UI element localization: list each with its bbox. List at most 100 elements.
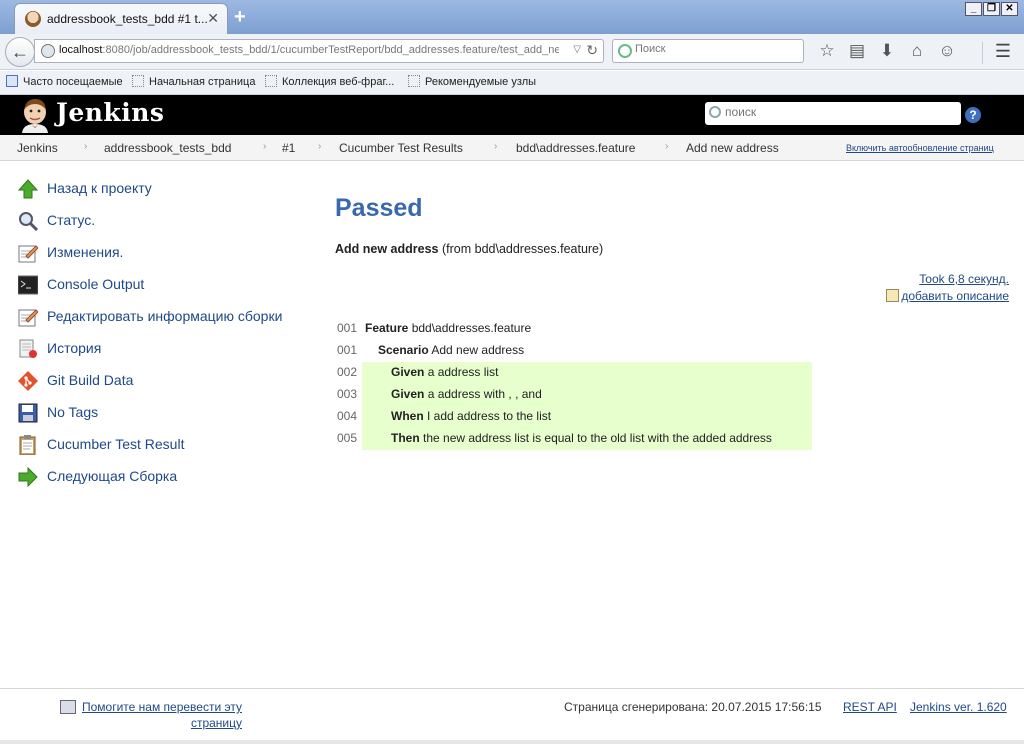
line-number: 002	[337, 365, 358, 379]
jenkins-version-link[interactable]: Jenkins ver. 1.620	[910, 700, 1007, 714]
smiley-icon[interactable]: ☺	[932, 41, 962, 63]
sidebar-item-label[interactable]: Console Output	[47, 276, 144, 292]
breadcrumb-separator: ›	[665, 141, 669, 152]
bookmark-star-icon[interactable]: ☆	[812, 41, 842, 63]
step-row: 003 Given a address with , , and	[335, 384, 815, 406]
new-tab-icon[interactable]: +	[234, 6, 246, 29]
step-row: 001 Scenario Add new address	[335, 340, 815, 362]
maximize-icon[interactable]: ❐	[983, 2, 1000, 16]
breadcrumb-job[interactable]: addressbook_tests_bdd	[104, 141, 231, 155]
url-text[interactable]: localhost:8080/job/addressbook_tests_bdd…	[59, 44, 559, 56]
bookmark-page-icon	[132, 75, 144, 87]
breadcrumb-separator: ›	[84, 141, 88, 152]
sidebar-item-label[interactable]: Cucumber Test Result	[47, 436, 184, 452]
step-row: 005 Then the new address list is equal to…	[335, 428, 815, 450]
breadcrumb-separator: ›	[263, 141, 267, 152]
step-keyword: Feature	[365, 321, 409, 335]
step-text: When I add address to the list	[391, 409, 551, 423]
close-tab-icon[interactable]: ✕	[207, 10, 219, 27]
translate-link[interactable]: Помогите нам перевести эту страницу	[60, 699, 242, 731]
reading-list-icon[interactable]: ▤	[842, 41, 872, 63]
browser-navbar: ← localhost:8080/job/addressbook_tests_b…	[0, 34, 1024, 70]
step-body: bdd\addresses.feature	[411, 321, 532, 335]
breadcrumb-scenario[interactable]: Add new address	[686, 141, 779, 155]
minimize-icon[interactable]: _	[965, 2, 982, 16]
step-text: Then the new address list is equal to th…	[391, 431, 772, 445]
step-body: a address with , , and	[427, 387, 542, 401]
bookmark-item[interactable]: Начальная страница	[132, 75, 255, 88]
step-body: I add address to the list	[427, 409, 552, 423]
download-icon[interactable]: ⬇	[872, 41, 902, 63]
line-number: 001	[337, 321, 358, 335]
step-text: Given a address with , , and	[391, 387, 542, 401]
step-row: 004 When I add address to the list	[335, 406, 815, 428]
breadcrumb-build[interactable]: #1	[282, 141, 295, 155]
step-keyword: Given	[391, 365, 425, 379]
window-controls: _ ❐ ✕	[964, 2, 1018, 16]
floppy-icon	[18, 403, 38, 423]
url-dropdown-icon[interactable]: ▽	[573, 44, 581, 55]
clipboard-icon	[19, 435, 36, 455]
rest-api-link[interactable]: REST API	[843, 700, 897, 714]
sidebar-item-label[interactable]: Назад к проекту	[47, 180, 152, 196]
sidebar-item-label[interactable]: Git Build Data	[47, 372, 133, 388]
sidebar-item-label[interactable]: Редактировать информацию сборки	[47, 308, 282, 324]
line-number: 005	[337, 431, 358, 445]
scenario-name: Add new address	[335, 242, 439, 256]
notepad-icon	[18, 309, 38, 327]
home-icon[interactable]: ⌂	[902, 41, 932, 63]
notepad-icon	[18, 245, 38, 263]
bookmark-item[interactable]: Коллекция веб-фраг...	[265, 75, 394, 88]
browser-search-input[interactable]	[635, 43, 795, 55]
breadcrumb-cucumber[interactable]: Cucumber Test Results	[339, 141, 463, 155]
line-number: 003	[337, 387, 358, 401]
breadcrumb-separator: ›	[318, 141, 322, 152]
bookmark-item[interactable]: Рекомендуемые узлы	[408, 75, 536, 88]
search-icon	[709, 106, 721, 118]
step-text: Feature bdd\addresses.feature	[365, 321, 531, 335]
menu-icon[interactable]: ☰	[990, 41, 1016, 63]
step-body: the new address list is equal to the old…	[423, 431, 772, 445]
jenkins-favicon-icon	[25, 11, 41, 27]
step-body: a address list	[427, 365, 499, 379]
search-engine-icon[interactable]	[618, 44, 632, 58]
step-keyword: Then	[391, 431, 420, 445]
breadcrumb-jenkins[interactable]: Jenkins	[17, 141, 58, 155]
browser-tab[interactable]: addressbook_tests_bdd #1 t... ✕	[14, 3, 228, 34]
jenkins-butler-logo-icon[interactable]	[18, 97, 52, 133]
browser-search-bar[interactable]	[612, 39, 804, 63]
bookmark-folder-icon	[6, 75, 18, 87]
bookmarks-bar: Часто посещаемые Начальная страница Колл…	[0, 71, 1024, 95]
jenkins-search-input[interactable]	[725, 105, 955, 119]
autorefresh-link[interactable]: Включить автообновление страниц	[846, 143, 994, 153]
sidebar-item-label[interactable]: Изменения.	[47, 244, 123, 260]
jenkins-title[interactable]: Jenkins	[56, 98, 164, 127]
page-title: Passed	[335, 194, 423, 222]
step-text: Scenario Add new address	[378, 343, 524, 357]
git-icon	[18, 371, 38, 391]
line-number: 001	[337, 343, 358, 357]
url-bar[interactable]: localhost:8080/job/addressbook_tests_bdd…	[34, 39, 604, 63]
breadcrumb: Jenkins › addressbook_tests_bdd › #1 › C…	[0, 135, 1024, 161]
reload-icon[interactable]: ↻	[586, 42, 598, 59]
up-arrow-icon	[18, 179, 38, 199]
add-description-link[interactable]: добавить описание	[886, 289, 1009, 303]
sidebar-item-label[interactable]: Следующая Сборка	[47, 468, 177, 484]
terminal-icon	[18, 275, 38, 295]
breadcrumb-feature[interactable]: bdd\addresses.feature	[516, 141, 635, 155]
next-arrow-icon	[18, 467, 38, 487]
sidebar-item-label[interactable]: No Tags	[47, 404, 98, 420]
help-icon[interactable]: ?	[965, 107, 981, 123]
step-keyword: Given	[391, 387, 425, 401]
bookmark-item[interactable]: Часто посещаемые	[6, 75, 123, 88]
back-button[interactable]: ←	[5, 37, 35, 67]
duration-link[interactable]: Took 6,8 секунд.	[919, 272, 1009, 286]
generated-timestamp: Страница сгенерирована: 20.07.2015 17:56…	[564, 700, 822, 714]
scenario-subtitle: Add new address (from bdd\addresses.feat…	[335, 242, 603, 256]
sidebar-item-label[interactable]: Статус.	[47, 212, 95, 228]
browser-titlebar: addressbook_tests_bdd #1 t... ✕ + _ ❐ ✕	[0, 0, 1024, 34]
jenkins-search-box[interactable]	[705, 102, 961, 125]
sidebar-item-label[interactable]: История	[47, 340, 101, 356]
close-window-icon[interactable]: ✕	[1001, 2, 1018, 16]
step-row: 002 Given a address list	[335, 362, 815, 384]
